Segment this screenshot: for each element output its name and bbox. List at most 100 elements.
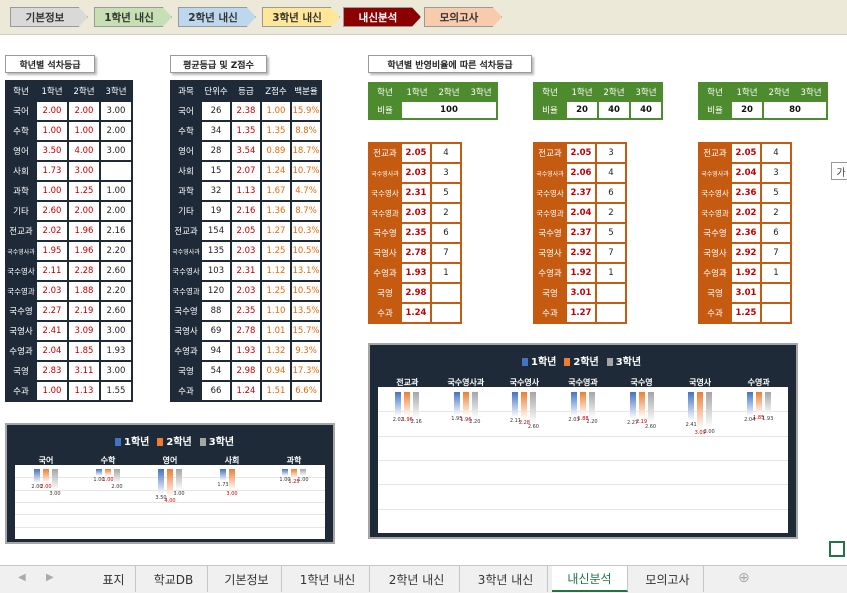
z-cell[interactable]: 1.13: [232, 182, 260, 200]
bar-mark[interactable]: [764, 392, 771, 416]
z-cell[interactable]: 8.8%: [292, 122, 320, 140]
bar-mark[interactable]: [589, 392, 595, 419]
bar-mark[interactable]: [706, 392, 713, 428]
z-cell[interactable]: 18.7%: [292, 142, 320, 160]
grade-cell[interactable]: 1.00: [69, 122, 99, 140]
grade-cell[interactable]: 2.11: [37, 262, 67, 280]
z-cell[interactable]: 2.05: [232, 222, 260, 240]
z-cell[interactable]: 2.78: [232, 322, 260, 340]
result-rank[interactable]: 6: [432, 224, 460, 242]
grade-cell[interactable]: 2.83: [37, 362, 67, 380]
z-cell[interactable]: 34: [202, 122, 230, 140]
ribbon-button-2[interactable]: 2학년 내신: [178, 7, 256, 27]
z-cell[interactable]: 1.24: [262, 162, 290, 180]
z-cell[interactable]: 2.03: [232, 242, 260, 260]
result-grade[interactable]: 2.04: [567, 204, 595, 222]
result-grade[interactable]: 2.05: [402, 144, 430, 162]
z-cell[interactable]: 15.9%: [292, 102, 320, 120]
bar-mark[interactable]: [512, 392, 519, 418]
result-rank[interactable]: 7: [597, 244, 625, 262]
z-cell[interactable]: 66: [202, 382, 230, 400]
grade-cell[interactable]: 1.85: [69, 342, 99, 360]
grade-cell[interactable]: 3.50: [37, 142, 67, 160]
result-grade[interactable]: 2.36: [732, 184, 760, 202]
grade-cell[interactable]: 1.00: [37, 122, 67, 140]
z-cell[interactable]: 1.25: [262, 242, 290, 260]
bar-mark[interactable]: [34, 469, 40, 483]
grade-cell[interactable]: 1.00: [37, 182, 67, 200]
result-grade[interactable]: 2.31: [402, 184, 430, 202]
sheet-tab[interactable]: 3학년 내신: [464, 566, 548, 592]
grade-cell[interactable]: 1.73: [37, 162, 67, 180]
ribbon-button-0[interactable]: 기본정보: [10, 7, 88, 27]
z-cell[interactable]: 10.5%: [292, 282, 320, 300]
result-rank[interactable]: [597, 284, 625, 302]
result-rank[interactable]: 2: [597, 204, 625, 222]
bar-mark[interactable]: [52, 469, 58, 490]
result-grade[interactable]: 2.78: [402, 244, 430, 262]
z-cell[interactable]: 154: [202, 222, 230, 240]
add-sheet-icon[interactable]: ⊕: [738, 570, 750, 586]
result-rank[interactable]: 6: [597, 184, 625, 202]
grade-cell[interactable]: 3.00: [101, 102, 131, 120]
grade-cell[interactable]: 1.95: [37, 242, 67, 260]
result-rank[interactable]: 1: [762, 264, 790, 282]
z-cell[interactable]: 1.51: [262, 382, 290, 400]
grade-cell[interactable]: 2.00: [69, 202, 99, 220]
grade-cell[interactable]: 2.28: [69, 262, 99, 280]
result-grade[interactable]: 1.24: [402, 304, 430, 322]
bar-mark[interactable]: [755, 392, 762, 415]
result-grade[interactable]: 1.92: [567, 264, 595, 282]
z-cell[interactable]: 10.5%: [292, 242, 320, 260]
result-rank[interactable]: 2: [762, 204, 790, 222]
z-cell[interactable]: 15.7%: [292, 322, 320, 340]
grade-cell[interactable]: 2.04: [37, 342, 67, 360]
large-bar-chart[interactable]: 1학년 2학년 3학년 2.02 1.96 2.16 1.95 1.96 2.20 2.11 2.2…: [368, 343, 798, 539]
grade-cell[interactable]: 2.00: [101, 202, 131, 220]
z-cell[interactable]: 2.31: [232, 262, 260, 280]
grade-cell[interactable]: 2.16: [101, 222, 131, 240]
grade-cell[interactable]: 2.27: [37, 302, 67, 320]
ratio-value[interactable]: 20: [567, 102, 597, 118]
bar-mark[interactable]: [746, 392, 753, 417]
z-cell[interactable]: 2.16: [232, 202, 260, 220]
grade-cell[interactable]: 2.60: [37, 202, 67, 220]
result-rank[interactable]: 4: [597, 164, 625, 182]
z-cell[interactable]: 9.3%: [292, 342, 320, 360]
z-cell[interactable]: 17.3%: [292, 362, 320, 380]
grade-cell[interactable]: 2.00: [37, 102, 67, 120]
grade-cell[interactable]: 1.13: [69, 382, 99, 400]
bar-mark[interactable]: [300, 469, 306, 476]
bar-mark[interactable]: [404, 392, 411, 416]
result-grade[interactable]: 2.03: [402, 164, 430, 182]
z-cell[interactable]: 1.25: [262, 282, 290, 300]
z-cell[interactable]: 1.10: [262, 302, 290, 320]
result-rank[interactable]: [597, 304, 625, 322]
ribbon-button-3[interactable]: 3학년 내신: [262, 7, 340, 27]
bar-mark[interactable]: [629, 392, 636, 420]
grade-cell[interactable]: 2.60: [101, 262, 131, 280]
result-rank[interactable]: [762, 284, 790, 302]
result-rank[interactable]: 5: [762, 184, 790, 202]
sheet-tab[interactable]: 내신분석: [552, 566, 628, 592]
bar-mark[interactable]: [453, 392, 460, 416]
ratio-value[interactable]: 20: [732, 102, 762, 118]
grade-cell[interactable]: 2.60: [101, 302, 131, 320]
bar-mark[interactable]: [105, 469, 111, 476]
z-cell[interactable]: 13.1%: [292, 262, 320, 280]
grade-cell[interactable]: 1.93: [101, 342, 131, 360]
result-grade[interactable]: 2.37: [567, 184, 595, 202]
result-rank[interactable]: 1: [597, 264, 625, 282]
z-cell[interactable]: 1.35: [232, 122, 260, 140]
ribbon-button-1[interactable]: 1학년 내신: [94, 7, 172, 27]
result-rank[interactable]: 5: [432, 184, 460, 202]
ratio-value[interactable]: 40: [631, 102, 661, 118]
z-cell[interactable]: 135: [202, 242, 230, 260]
bar-mark[interactable]: [530, 392, 537, 424]
z-cell[interactable]: 26: [202, 102, 230, 120]
z-cell[interactable]: 1.27: [262, 222, 290, 240]
result-rank[interactable]: [432, 284, 460, 302]
bar-mark[interactable]: [114, 469, 120, 483]
grade-cell[interactable]: 2.00: [101, 122, 131, 140]
cell-selection-handle[interactable]: [829, 541, 845, 557]
